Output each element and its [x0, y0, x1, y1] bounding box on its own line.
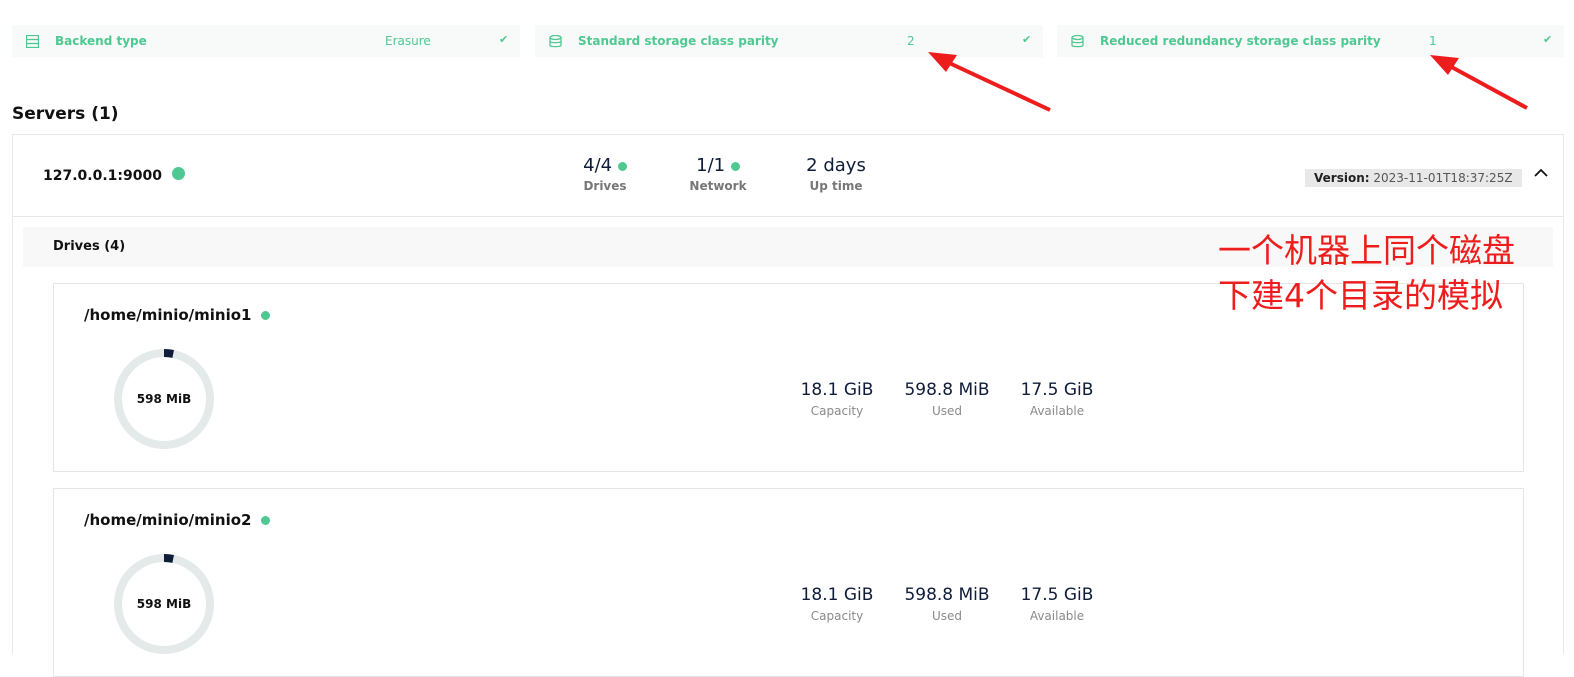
drive-capacity: 18.1 GiB Capacity — [782, 585, 892, 623]
backend-type-label: Backend type — [55, 34, 147, 48]
version-label: Version: — [1314, 171, 1370, 185]
version-value: 2023-11-01T18:37:25Z — [1373, 171, 1513, 185]
version-badge: Version: 2023-11-01T18:37:25Z — [1305, 169, 1522, 187]
annotation-line-2: 下建4个目录的模拟 — [1218, 276, 1503, 315]
drive-usage-ring-label: 598 MiB — [136, 597, 192, 611]
server-host: 127.0.0.1:9000 — [43, 167, 185, 184]
network-status-dot — [730, 162, 740, 171]
uptime-stat-label: Up time — [809, 179, 863, 193]
network-stat-value: 1/1 — [696, 155, 726, 176]
drive-available: 17.5 GiB Available — [1002, 380, 1112, 418]
drive-path: /home/minio/minio2 — [84, 511, 270, 529]
drives-stat: 4/4 Drives — [579, 155, 631, 193]
database-icon — [1071, 35, 1084, 48]
drive-used-value: 598.8 MiB — [904, 585, 990, 605]
server-host-label: 127.0.0.1:9000 — [43, 168, 162, 184]
standard-parity-label: Standard storage class parity — [578, 34, 779, 48]
online-status-dot — [171, 167, 185, 180]
drive-used-label: Used — [931, 609, 963, 623]
drive-used-label: Used — [931, 404, 963, 418]
uptime-stat: 2 days Up time — [802, 155, 870, 193]
drive-available-value: 17.5 GiB — [1020, 380, 1094, 400]
check-icon: ✔ — [499, 33, 509, 46]
server-header[interactable]: 127.0.0.1:9000 4/4 Drives 1/1 Network 2 … — [13, 135, 1563, 217]
list-icon — [26, 35, 39, 48]
drive-used-value: 598.8 MiB — [904, 380, 990, 400]
annotation-text: 一个机器上同个磁盘 下建4个目录的模拟 — [1218, 228, 1515, 318]
drive-available-value: 17.5 GiB — [1020, 585, 1094, 605]
check-icon: ✔ — [1022, 33, 1032, 46]
annotation-arrow — [1430, 55, 1528, 110]
drive-status-dot — [260, 516, 270, 525]
backend-type-card: Backend type Erasure ✔ — [12, 25, 520, 57]
drive-capacity-label: Capacity — [810, 609, 864, 623]
drive-card: /home/minio/minio2 598 MiB 18.1 GiB Capa… — [53, 488, 1524, 677]
drive-available-label: Available — [1029, 609, 1085, 623]
servers-title: Servers (1) — [12, 104, 119, 124]
reduced-parity-value: 1 — [1429, 34, 1437, 48]
drive-path: /home/minio/minio1 — [84, 306, 270, 324]
drive-capacity-value: 18.1 GiB — [800, 585, 874, 605]
drive-status-dot — [260, 311, 270, 320]
reduced-parity-label: Reduced redundancy storage class parity — [1100, 34, 1381, 48]
standard-parity-card: Standard storage class parity 2 ✔ — [535, 25, 1043, 57]
drive-capacity-label: Capacity — [810, 404, 864, 418]
drive-available: 17.5 GiB Available — [1002, 585, 1112, 623]
drive-path-label: /home/minio/minio1 — [84, 306, 252, 324]
reduced-parity-card: Reduced redundancy storage class parity … — [1057, 25, 1564, 57]
drive-used: 598.8 MiB Used — [892, 585, 1002, 623]
network-stat-label: Network — [689, 179, 747, 193]
drive-usage-ring-label: 598 MiB — [136, 392, 192, 406]
uptime-stat-value: 2 days — [806, 155, 866, 176]
drive-used: 598.8 MiB Used — [892, 380, 1002, 418]
drives-status-dot — [617, 162, 627, 171]
drives-section-title: Drives (4) — [53, 239, 126, 254]
drive-available-label: Available — [1029, 404, 1085, 418]
drives-stat-label: Drives — [583, 179, 627, 193]
database-icon — [549, 35, 562, 48]
annotation-arrow — [928, 52, 1051, 112]
backend-type-value: Erasure — [385, 34, 431, 48]
network-stat: 1/1 Network — [687, 155, 749, 193]
server-panel: 127.0.0.1:9000 4/4 Drives 1/1 Network 2 … — [12, 134, 1564, 677]
drive-capacity-value: 18.1 GiB — [800, 380, 874, 400]
check-icon: ✔ — [1543, 33, 1553, 46]
standard-parity-value: 2 — [907, 34, 915, 48]
drive-capacity: 18.1 GiB Capacity — [782, 380, 892, 418]
drives-stat-value: 4/4 — [583, 155, 613, 176]
annotation-line-1: 一个机器上同个磁盘 — [1218, 231, 1515, 270]
drive-path-label: /home/minio/minio2 — [84, 511, 252, 529]
chevron-up-icon[interactable] — [1533, 165, 1549, 181]
